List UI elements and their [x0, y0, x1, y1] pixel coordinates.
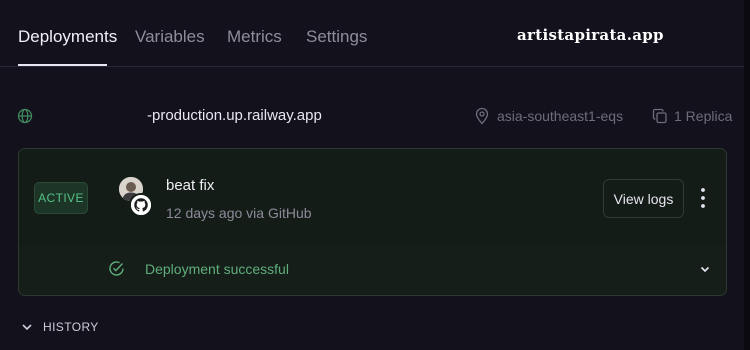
tab-variables[interactable]: Variables: [135, 27, 205, 47]
replica-count: 1 Replica: [674, 108, 733, 124]
active-tab-indicator: [18, 64, 107, 66]
check-circle-icon: [109, 261, 124, 276]
tab-metrics[interactable]: Metrics: [227, 27, 282, 47]
commit-meta: 12 days ago via GitHub: [166, 205, 312, 221]
service-domain-link[interactable]: -production.up.railway.app: [147, 107, 322, 124]
map-pin-icon: [475, 107, 489, 125]
service-info-row: -production.up.railway.app asia-southeas…: [0, 100, 750, 134]
github-icon: [129, 193, 153, 217]
deployment-success-message: Deployment successful: [145, 261, 289, 277]
more-vertical-icon[interactable]: [695, 185, 711, 211]
globe-icon: [17, 108, 33, 124]
deployment-card: ACTIVE beat fix 12 days ago via GitHub V…: [18, 148, 727, 296]
region-label: asia-southeast1-eqs: [497, 108, 624, 124]
tab-deployments[interactable]: Deployments: [18, 27, 117, 47]
chevron-down-icon: [22, 324, 32, 331]
tab-settings[interactable]: Settings: [306, 27, 367, 47]
history-label: HISTORY: [43, 320, 99, 334]
window-edge: [744, 0, 750, 350]
view-logs-button[interactable]: View logs: [603, 179, 684, 218]
deployment-summary[interactable]: ACTIVE beat fix 12 days ago via GitHub V…: [19, 149, 726, 246]
chevron-down-icon[interactable]: [698, 262, 712, 276]
copy-icon: [652, 108, 667, 124]
deployments-page: Deployments Variables Metrics Settings a…: [0, 0, 750, 350]
deployment-status-footer[interactable]: Deployment successful: [19, 246, 726, 295]
tab-bar: Deployments Variables Metrics Settings a…: [0, 0, 750, 67]
commit-message: beat fix: [166, 177, 215, 194]
status-badge: ACTIVE: [34, 182, 88, 214]
brand-watermark: artistapirata.app: [517, 26, 664, 44]
